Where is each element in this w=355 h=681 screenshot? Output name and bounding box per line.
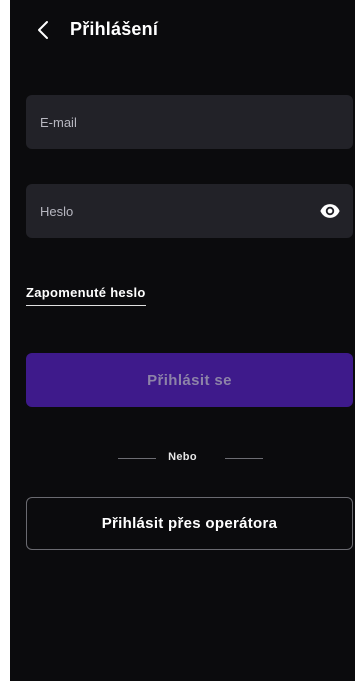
divider-line-right [225,458,263,459]
page-title: Přihlášení [70,19,159,39]
eye-icon [320,204,340,218]
email-field [26,95,353,149]
divider-label: Nebo [168,451,197,463]
password-input[interactable] [40,184,310,238]
forgot-password-link[interactable]: Zapomenuté heslo [26,285,146,306]
show-password-toggle[interactable] [319,200,341,222]
password-field [26,184,353,238]
email-input[interactable] [40,95,310,149]
back-button[interactable] [32,18,56,42]
login-button[interactable]: Přihlásit se [26,353,353,407]
operator-login-button[interactable]: Přihlásit přes operátora [26,497,353,550]
header: Přihlášení [10,0,355,64]
chevron-left-icon [38,21,48,39]
login-screen: Přihlášení Zapomenuté heslo Přihlásit se… [10,0,355,681]
or-divider: Nebo [10,448,355,468]
